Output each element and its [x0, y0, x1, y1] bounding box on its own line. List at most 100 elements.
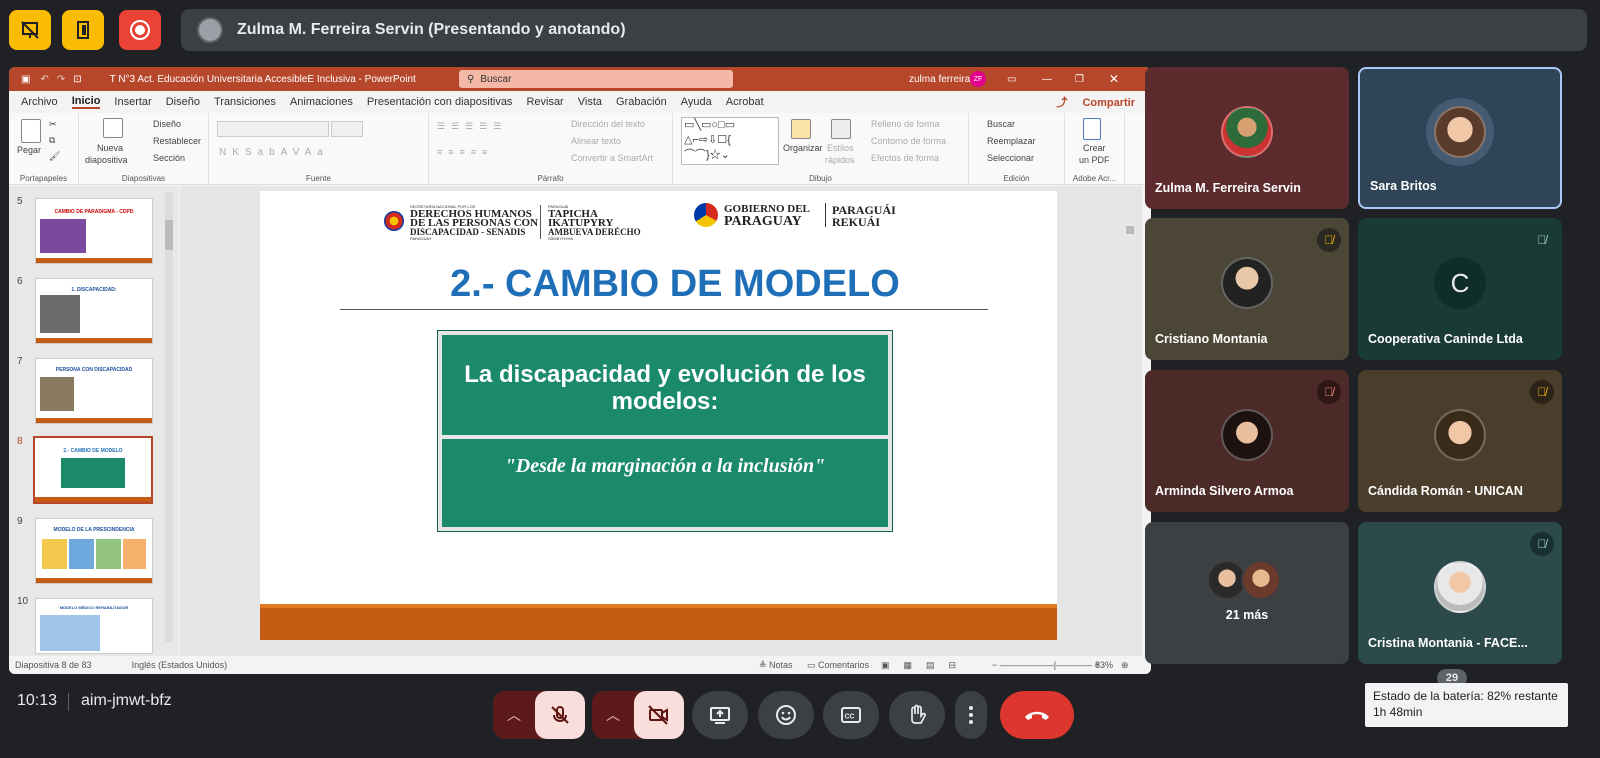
ppt-present-icon[interactable]: ⊡ — [73, 74, 81, 85]
ppt-redo-icon[interactable]: ↷ — [57, 74, 65, 85]
minimize-icon[interactable]: — — [1042, 74, 1052, 85]
format-painter-icon[interactable]: 🖌 — [49, 151, 60, 162]
paste-label[interactable]: Pegar — [17, 145, 41, 155]
font-size-field[interactable] — [331, 121, 363, 137]
tab-vista[interactable]: Vista — [578, 96, 602, 108]
font-name-field[interactable] — [217, 121, 329, 137]
tab-insertar[interactable]: Insertar — [114, 96, 151, 108]
quick-styles-icon[interactable] — [831, 119, 851, 139]
create-pdf-label2[interactable]: un PDF — [1079, 155, 1110, 165]
shape-outline-button[interactable]: Contorno de forma — [871, 136, 946, 146]
slide-thumbnail[interactable]: MODELO MÉDICO REHABILITADOR — [35, 598, 153, 654]
tab-inicio[interactable]: Inicio — [71, 95, 101, 109]
participant-tile[interactable]: 🎙̸ C Cooperativa Caninde Ltda — [1358, 218, 1562, 360]
select-button[interactable]: Seleccionar — [987, 153, 1034, 163]
copy-icon[interactable]: ⧉ — [49, 135, 55, 146]
reactions-button[interactable] — [758, 691, 814, 739]
participant-tile[interactable]: 🎙̸ Cristiano Montania — [1145, 218, 1349, 360]
tab-grabacion[interactable]: Grabación — [616, 96, 667, 108]
screen-share-off-button[interactable] — [9, 10, 51, 50]
tab-transiciones[interactable]: Transiciones — [214, 96, 276, 108]
text-direction-button[interactable]: Dirección del texto — [571, 119, 645, 129]
new-slide-label1[interactable]: Nueva — [97, 143, 123, 153]
create-pdf-label1[interactable]: Crear — [1083, 143, 1106, 153]
align-text-button[interactable]: Alinear texto — [571, 136, 621, 146]
ppt-search-box[interactable]: ⚲ Buscar — [459, 70, 733, 88]
shapes-gallery[interactable]: ▭╲▭○□▭ △⌐⇨⇩☐{⌒⌒}☆⌄ — [681, 117, 779, 165]
slide-thumbnail-selected[interactable]: 2.- CAMBIO DE MODELO — [33, 436, 153, 504]
slide-thumbnail[interactable]: PERSONA CON DISCAPACIDAD — [35, 358, 153, 424]
paste-icon[interactable] — [21, 119, 41, 143]
shape-fill-button[interactable]: Relleno de forma — [871, 119, 940, 129]
tab-ayuda[interactable]: Ayuda — [681, 96, 712, 108]
tab-acrobat[interactable]: Acrobat — [726, 96, 764, 108]
zoom-level[interactable]: 83% — [1095, 660, 1113, 670]
list-icons[interactable]: ☰☰☰☰☰ — [437, 121, 507, 132]
font-format-icons[interactable]: NKSabAVAa — [219, 147, 329, 158]
slide-scrollbar[interactable] — [1125, 186, 1135, 626]
view-buttons[interactable]: ▣▦▤⊟ — [881, 660, 970, 671]
section-button[interactable]: Sección — [153, 153, 185, 163]
new-slide-label2[interactable]: diapositiva — [85, 155, 128, 165]
tab-presentacion[interactable]: Presentación con diapositivas — [367, 96, 513, 108]
participant-tile[interactable]: 🎙̸ Cándida Román - UNICAN — [1358, 370, 1562, 512]
slide-thumbnail[interactable]: 1. DISCAPACIDAD: — [35, 278, 153, 344]
ppt-undo-icon[interactable]: ↶ — [40, 74, 48, 85]
participant-tile[interactable]: Zulma M. Ferreira Servin — [1145, 67, 1349, 209]
zoom-slider[interactable]: − ——————|———— + — [992, 660, 1100, 670]
arrange-button[interactable]: Organizar — [783, 143, 823, 153]
audio-options-chevron-icon[interactable]: ︿ — [507, 705, 521, 725]
video-options-chevron-icon[interactable]: ︿ — [606, 705, 620, 725]
ppt-save-icon[interactable]: ▣ — [21, 74, 30, 85]
find-button[interactable]: Buscar — [987, 119, 1015, 129]
fit-slide-icon[interactable]: ⊕ — [1121, 660, 1129, 671]
participant-tile[interactable]: 🎙̸ Cristina Montania - FACE... — [1358, 522, 1562, 664]
more-participants-tile[interactable]: 21 más — [1145, 522, 1349, 664]
quick-styles-label2[interactable]: rápidos — [825, 155, 855, 165]
thumb-scrollbar[interactable] — [165, 192, 173, 642]
more-options-button[interactable] — [955, 691, 987, 739]
participant-tile-active[interactable]: Sara Britos — [1358, 67, 1562, 209]
reset-button[interactable]: Restablecer — [153, 136, 201, 146]
slide-thumbnail[interactable]: CAMBIO DE PARADIGMA - CDPD — [35, 198, 153, 264]
presenter-name: Zulma M. Ferreira Servin (Presentando y … — [237, 21, 626, 38]
recording-button[interactable] — [119, 10, 161, 50]
mic-toggle-button[interactable] — [535, 691, 585, 739]
close-icon[interactable]: ✕ — [1109, 72, 1119, 86]
share-button[interactable]: ⤴ Compartir — [1056, 94, 1137, 110]
hand-icon — [911, 704, 926, 724]
ribbon-display-icon[interactable]: ▭ — [1007, 74, 1016, 85]
maximize-icon[interactable]: ❐ — [1075, 74, 1084, 85]
gov-line4: REKUÁI — [832, 215, 881, 229]
ppt-user-avatar[interactable]: ZF — [970, 71, 986, 87]
tab-diseno[interactable]: Diseño — [166, 96, 200, 108]
tab-animaciones[interactable]: Animaciones — [290, 96, 353, 108]
quick-styles-label1[interactable]: Estilos — [827, 143, 854, 153]
language[interactable]: Inglés (Estados Unidos) — [132, 660, 228, 670]
new-slide-icon[interactable] — [103, 118, 123, 138]
captions-button[interactable]: CC — [823, 691, 879, 739]
tab-archivo[interactable]: Archivo — [21, 96, 58, 108]
camera-toggle-button[interactable] — [634, 691, 684, 739]
ppt-doc-title: T N°3 Act. Educación Universitaria Acces… — [109, 73, 416, 85]
replace-button[interactable]: Reemplazar — [987, 136, 1036, 146]
slide-scroll-thumb[interactable] — [1126, 226, 1134, 234]
create-pdf-icon[interactable] — [1083, 118, 1101, 140]
raise-hand-button[interactable] — [889, 691, 945, 739]
host-controls-button[interactable] — [62, 10, 104, 50]
cut-icon[interactable]: ✂ — [49, 119, 57, 130]
tab-revisar[interactable]: Revisar — [526, 96, 563, 108]
slide-thumbnail[interactable]: MODELO DE LA PRESCINDENCIA — [35, 518, 153, 584]
arrange-icon[interactable] — [791, 119, 811, 139]
participant-tile[interactable]: 🎙̸ Arminda Silvero Armoa — [1145, 370, 1349, 512]
thumb-scroll-thumb[interactable] — [165, 220, 173, 250]
notes-button[interactable]: ≜ Notas — [759, 660, 793, 671]
align-icons[interactable]: ≡≡≡≡≡ — [437, 147, 493, 157]
layout-button[interactable]: Diseño — [153, 119, 181, 129]
comments-button[interactable]: ▭ Comentarios — [807, 660, 869, 671]
smartart-button[interactable]: Convertir a SmartArt — [571, 153, 653, 163]
present-button[interactable] — [692, 691, 748, 739]
shape-effects-button[interactable]: Efectos de forma — [871, 153, 939, 163]
leave-call-button[interactable] — [1000, 691, 1074, 739]
meeting-code[interactable]: aim-jmwt-bfz — [81, 692, 172, 710]
